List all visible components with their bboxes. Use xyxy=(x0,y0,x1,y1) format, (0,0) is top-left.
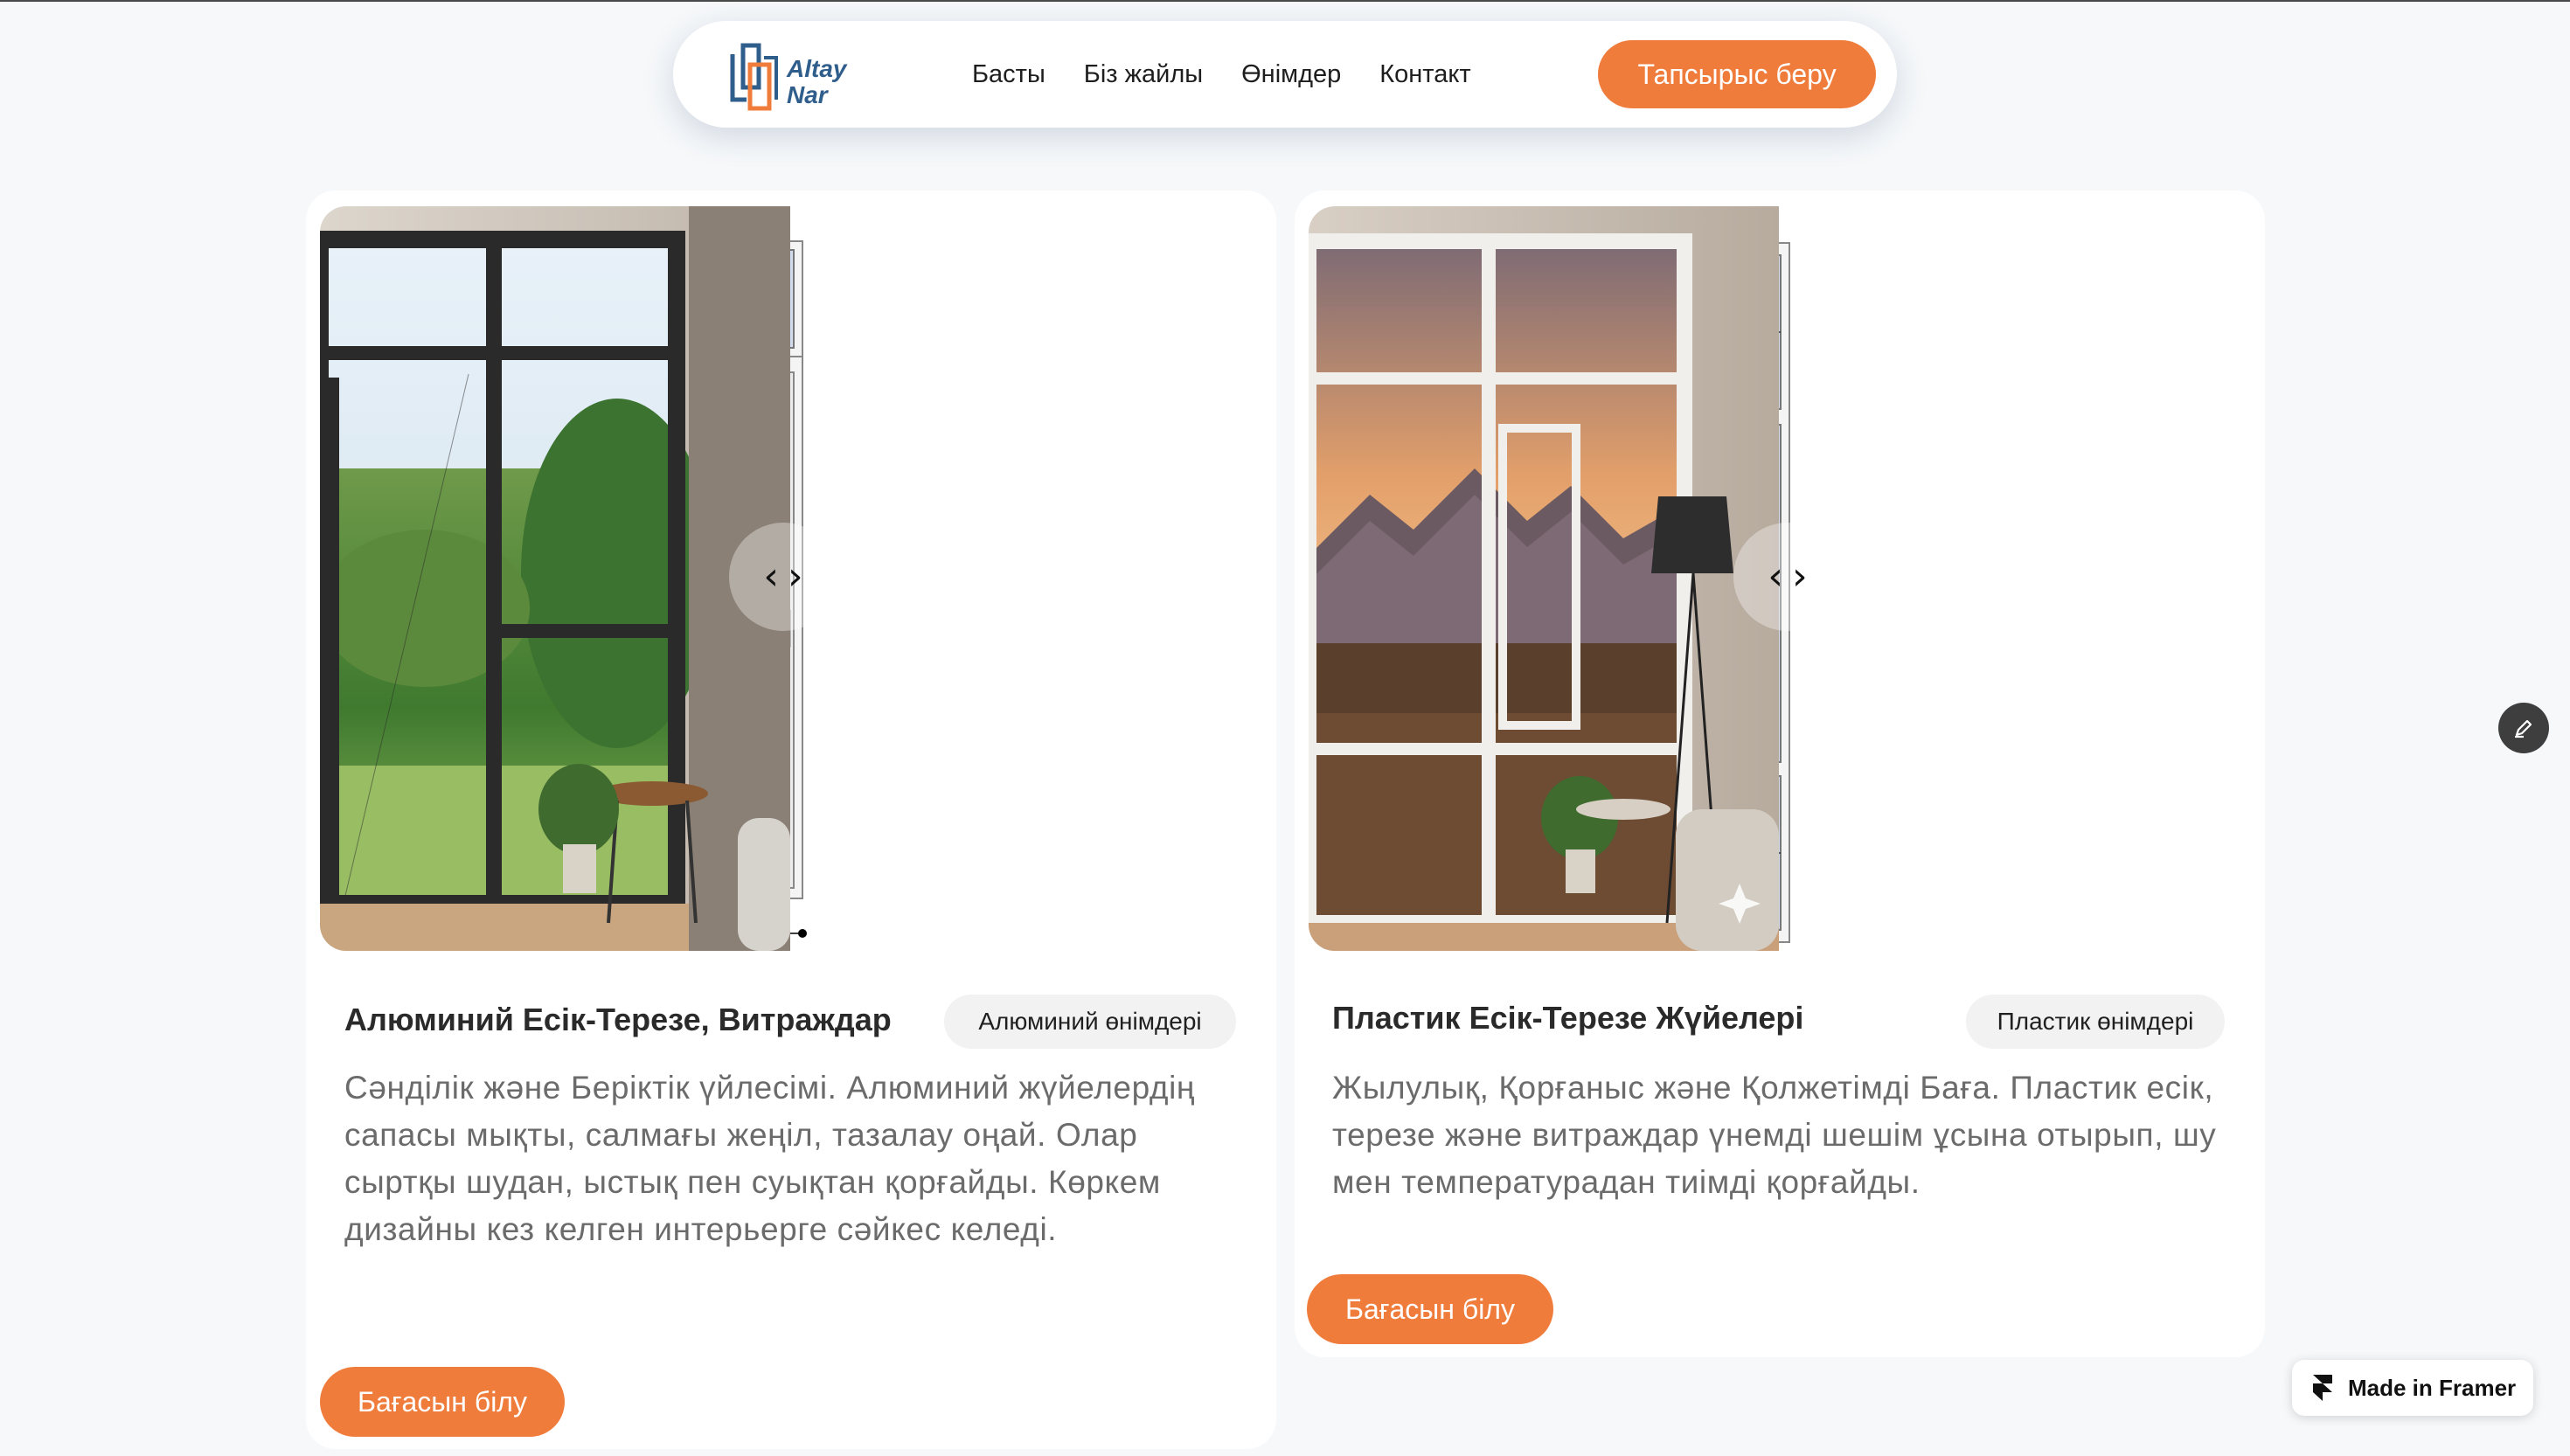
aluminium-door-photo xyxy=(320,206,790,951)
nav-link-about[interactable]: Біз жайлы xyxy=(1084,60,1203,89)
logo-text: Altay Nar xyxy=(787,56,846,108)
tag-plastic[interactable]: Пластик өнімдері xyxy=(1966,995,2225,1049)
logo-line2: Nar xyxy=(787,81,828,108)
compare-handle-plastic[interactable]: ‹ › xyxy=(1733,523,1842,631)
compare-handle-aluminium[interactable]: ‹ › xyxy=(729,523,837,631)
chevron-right-icon: › xyxy=(1792,554,1808,599)
price-button-plastic[interactable]: Бағасын білу xyxy=(1307,1274,1553,1344)
nav-link-contact[interactable]: Контакт xyxy=(1379,60,1470,89)
top-navbar: Altay Nar Басты Біз жайлы Өнімдер Контак… xyxy=(673,21,1897,128)
framer-logo-icon xyxy=(2313,1375,2332,1401)
product-card-plastic: 670 2640 300 670 xyxy=(1295,191,2265,1357)
edit-button[interactable] xyxy=(2498,703,2549,753)
price-button-aluminium[interactable]: Бағасын білу xyxy=(320,1367,565,1437)
card-title-plastic: Пластик Есік-Терезе Жүйелері xyxy=(1332,1000,1804,1036)
plastic-window-photo xyxy=(1309,206,1779,951)
chevron-left-icon: ‹ xyxy=(763,554,779,599)
nav-links: Басты Біз жайлы Өнімдер Контакт xyxy=(972,21,1471,128)
logo-line1: Altay xyxy=(787,55,847,82)
brand-logo[interactable]: Altay Nar xyxy=(724,38,864,114)
nav-link-products[interactable]: Өнімдер xyxy=(1241,60,1341,89)
before-after-slider-plastic[interactable]: 670 2640 300 670 xyxy=(1309,206,2251,951)
product-card-aluminium: 470 653 2570 2100 1013 703 703 xyxy=(306,191,1276,1449)
card-desc-aluminium: Сәнділік және Беріктік үйлесімі. Алюмини… xyxy=(344,1070,1195,1247)
nav-link-home[interactable]: Басты xyxy=(972,60,1045,89)
window-top-edge xyxy=(0,0,2570,2)
chevron-right-icon: › xyxy=(788,554,803,599)
card-desc-plastic: Жылулық, Қорғаныс және Қолжетімді Баға. … xyxy=(1332,1070,2217,1200)
chevron-left-icon: ‹ xyxy=(1768,554,1783,599)
pencil-icon xyxy=(2515,719,2532,738)
tag-aluminium[interactable]: Алюминий өнімдері xyxy=(944,995,1236,1049)
made-in-framer-badge[interactable]: Made in Framer xyxy=(2292,1360,2533,1416)
logo-mark-icon xyxy=(730,43,778,111)
before-after-slider-aluminium[interactable]: 470 653 2570 2100 1013 703 703 xyxy=(320,206,1262,951)
order-button[interactable]: Тапсырыс беру xyxy=(1598,40,1876,108)
framer-badge-text: Made in Framer xyxy=(2348,1374,2517,1401)
card-title-aluminium: Алюминий Есік-Терезе, Витраждар xyxy=(344,1002,892,1037)
